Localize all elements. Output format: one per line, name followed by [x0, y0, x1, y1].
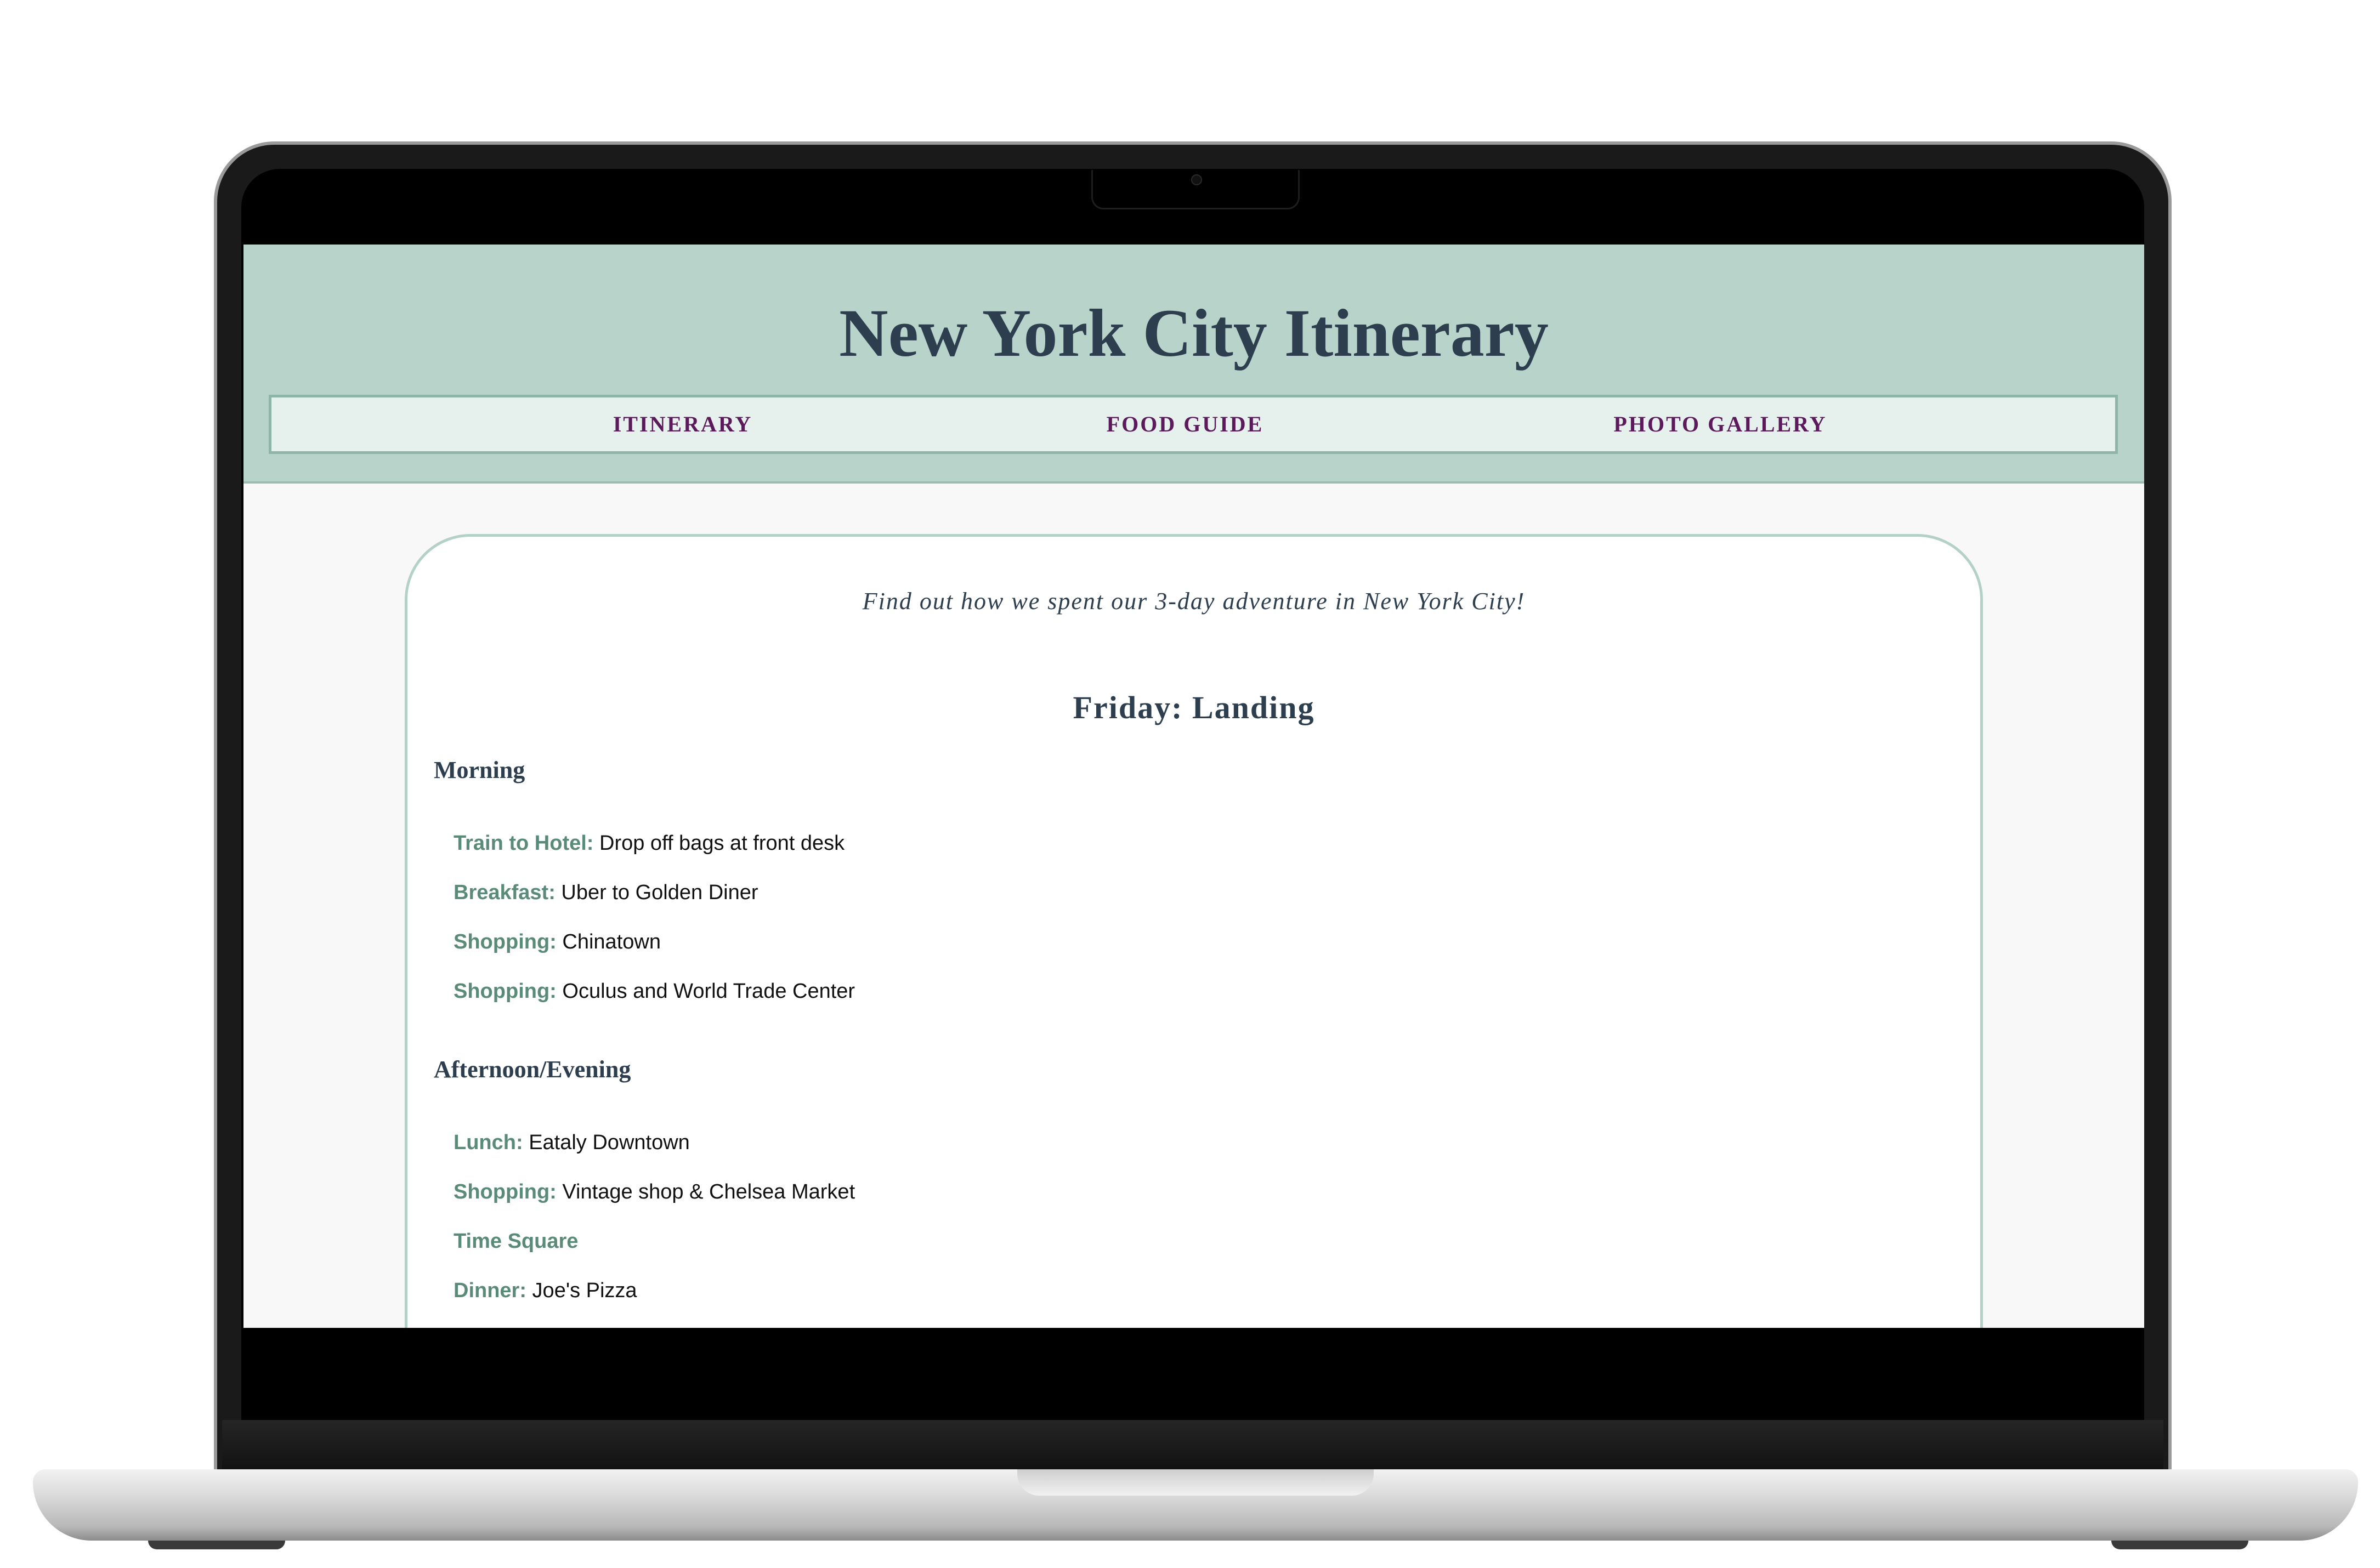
list-item: Lunch: Eataly Downtown [454, 1131, 690, 1155]
item-label: Breakfast: [454, 881, 556, 904]
item-label: Shopping: [454, 980, 557, 1003]
item-text: Uber to Golden Diner [555, 881, 758, 904]
itinerary-card: Find out how we spent our 3-day adventur… [405, 534, 1983, 1328]
list-item: Shopping: Chinatown [454, 930, 661, 954]
list-item: Breakfast: Uber to Golden Diner [454, 881, 758, 905]
section-title-afternoon-evening: Afternoon/Evening [434, 1056, 631, 1083]
nav-link-itinerary[interactable]: ITINERARY [518, 397, 847, 451]
main-nav: ITINERARY FOOD GUIDE PHOTO GALLERY [269, 395, 2118, 454]
item-text: Oculus and World Trade Center [556, 980, 855, 1003]
laptop-foot-left [148, 1541, 285, 1549]
item-label: Dinner: [454, 1279, 526, 1302]
page-title: New York City Itinerary [839, 296, 1549, 371]
item-label: Shopping: [454, 1180, 557, 1203]
list-item: Train to Hotel: Drop off bags at front d… [454, 832, 845, 855]
browser-screen: New York City Itinerary ITINERARY FOOD G… [243, 245, 2144, 1328]
laptop-thumb-notch [1017, 1469, 1374, 1496]
nav-link-photo-gallery[interactable]: PHOTO GALLERY [1556, 397, 1885, 451]
section-title-morning: Morning [434, 757, 525, 783]
list-item: Time Square [454, 1230, 578, 1253]
list-item: Shopping: Vintage shop & Chelsea Market [454, 1180, 855, 1204]
item-label: Lunch: [454, 1131, 523, 1154]
site-header: New York City Itinerary ITINERARY FOOD G… [243, 245, 2144, 484]
item-text: Drop off bags at front desk [593, 832, 845, 855]
item-label: Time Square [454, 1230, 579, 1253]
intro-text: Find out how we spent our 3-day adventur… [862, 588, 1526, 615]
item-text: Chinatown [556, 930, 661, 953]
list-item: Dinner: Joe's Pizza [454, 1279, 637, 1303]
laptop-hinge [222, 1420, 2163, 1472]
camera-icon [1191, 174, 1202, 185]
item-label: Train to Hotel: [454, 832, 594, 855]
item-text: Vintage shop & Chelsea Market [556, 1180, 855, 1203]
laptop-foot-right [2111, 1541, 2248, 1549]
day-title: Friday: Landing [1073, 690, 1315, 725]
item-text: Eataly Downtown [523, 1131, 690, 1154]
item-text: Joe's Pizza [526, 1279, 637, 1302]
item-label: Shopping: [454, 930, 557, 953]
list-item: Shopping: Oculus and World Trade Center [454, 980, 855, 1003]
nav-link-food-guide[interactable]: FOOD GUIDE [1021, 397, 1350, 451]
